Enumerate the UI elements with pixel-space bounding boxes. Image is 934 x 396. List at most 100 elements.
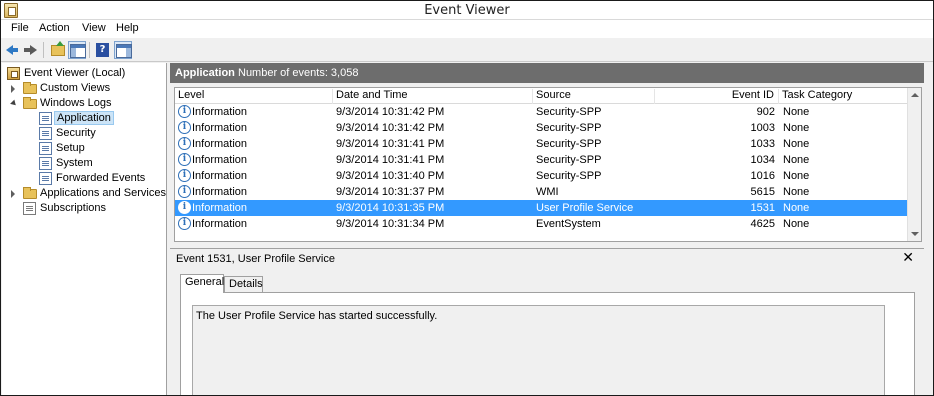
information-icon: i [178,169,191,182]
cell-date-time: 9/3/2014 10:31:34 PM [336,218,445,230]
cell-task-category: None [783,122,810,134]
menu-action[interactable]: Action [37,22,72,34]
cell-event-id: 1016 [750,170,775,182]
table-row[interactable]: i Information 9/3/2014 10:31:34 PM Event… [175,216,908,232]
cell-source: WMI [536,186,559,198]
tree-item-custom-views[interactable]: Custom Views [5,81,165,96]
cell-level: Information [192,170,248,182]
cell-level: Information [192,186,248,198]
table-row[interactable]: i Information 9/3/2014 10:31:42 PM Secur… [175,104,908,120]
toolbar: ? [1,38,933,62]
cell-date-time: 9/3/2014 10:31:42 PM [336,106,445,118]
tree-item-label: Event Viewer (Local) [24,67,126,79]
log-icon [39,127,52,140]
tree-item-windows-logs[interactable]: Windows Logs [5,96,165,111]
log-header-bar: Application Number of events: 3,058 [170,63,924,83]
expand-arrow-icon[interactable] [11,85,15,93]
event-description-box[interactable]: The User Profile Service has started suc… [192,305,885,395]
event-count: Number of events: 3,058 [238,67,359,79]
event-viewer-icon [7,67,20,80]
table-row[interactable]: i Information 9/3/2014 10:31:42 PM Secur… [175,120,908,136]
cell-task-category: None [783,138,810,150]
folder-icon [23,187,37,199]
help-button[interactable]: ? [94,41,112,59]
cell-level: Information [192,218,248,230]
table-row[interactable]: i Information 9/3/2014 10:31:40 PM Secur… [175,168,908,184]
cell-event-id: 1531 [750,202,775,214]
menu-bar: File Action View Help [1,20,933,38]
table-row[interactable]: i Information 9/3/2014 10:31:37 PM WMI 5… [175,184,908,200]
console-tree: Event Viewer (Local) Custom Views Window… [2,63,167,395]
tree-item-label: Subscriptions [40,202,107,214]
cell-level: Information [192,122,248,134]
general-tab-panel: The User Profile Service has started suc… [180,292,915,395]
toolbar-separator [89,42,90,58]
cell-event-id: 1034 [750,154,775,166]
tree-item-forwarded-events[interactable]: Forwarded Events [5,171,165,186]
cell-event-id: 1003 [750,122,775,134]
cell-task-category: None [783,202,810,214]
tree-item-subscriptions[interactable]: Subscriptions [5,201,165,216]
show-hide-action-pane-button[interactable] [114,41,132,59]
tree-item-application[interactable]: Application [5,111,165,126]
column-header-event-id[interactable]: Event ID [655,89,779,104]
log-icon [39,142,52,155]
tab-general[interactable]: General [180,274,224,293]
menu-file[interactable]: File [9,22,31,34]
column-header-task-category[interactable]: Task Category [779,89,908,104]
cell-source: Security-SPP [536,106,602,118]
folder-icon [23,97,37,109]
events-table-scrollbar[interactable] [907,88,921,241]
log-icon [39,157,52,170]
information-icon: i [178,217,191,230]
forward-button[interactable] [22,41,40,59]
cell-date-time: 9/3/2014 10:31:41 PM [336,154,445,166]
table-row[interactable]: i Information 9/3/2014 10:31:41 PM Secur… [175,136,908,152]
cell-task-category: None [783,154,810,166]
cell-date-time: 9/3/2014 10:31:37 PM [336,186,445,198]
tree-item-system[interactable]: System [5,156,165,171]
cell-date-time: 9/3/2014 10:31:40 PM [336,170,445,182]
console-tree-icon [70,44,86,58]
tree-item-event-viewer-local[interactable]: Event Viewer (Local) [5,66,165,81]
cell-level: Information [192,202,248,214]
event-details-title: Event 1531, User Profile Service [176,253,335,265]
toolbar-separator [43,42,44,58]
help-icon: ? [96,43,109,57]
table-row[interactable]: i Information 9/3/2014 10:31:41 PM Secur… [175,152,908,168]
information-icon: i [178,185,191,198]
tree-item-applications-and-services-logs[interactable]: Applications and Services Lo [5,186,166,201]
cell-task-category: None [783,170,810,182]
tab-details[interactable]: Details [224,276,263,292]
scroll-down-icon[interactable] [911,232,919,236]
cell-task-category: None [783,106,810,118]
information-icon: i [178,105,191,118]
event-description: The User Profile Service has started suc… [196,310,438,322]
up-one-level-button[interactable] [49,41,67,59]
close-icon[interactable]: ✕ [902,250,914,266]
table-row-selected[interactable]: i Information 9/3/2014 10:31:35 PM User … [175,200,908,216]
cell-source: EventSystem [536,218,601,230]
show-hide-console-tree-button[interactable] [68,41,86,59]
folder-up-icon [51,41,65,56]
tree-item-security[interactable]: Security [5,126,165,141]
column-header-level[interactable]: Level [175,89,333,104]
cell-source: Security-SPP [536,170,602,182]
log-title: Application [175,67,235,79]
back-button[interactable] [4,41,22,59]
column-header-source[interactable]: Source [533,89,655,104]
tree-item-label: Applications and Services Lo [40,187,166,199]
scroll-up-icon[interactable] [911,93,919,97]
cell-source: Security-SPP [536,138,602,150]
tree-item-setup[interactable]: Setup [5,141,165,156]
menu-help[interactable]: Help [114,22,141,34]
cell-event-id: 1033 [750,138,775,150]
menu-view[interactable]: View [80,22,108,34]
back-arrow-icon [6,45,18,55]
expand-arrow-icon[interactable] [11,190,15,198]
folder-icon [23,82,37,94]
collapse-arrow-icon[interactable] [10,99,18,108]
event-details-pane: Event 1531, User Profile Service ✕ Gener… [170,248,924,395]
cell-level: Information [192,138,248,150]
column-header-date-time[interactable]: Date and Time [333,89,533,104]
